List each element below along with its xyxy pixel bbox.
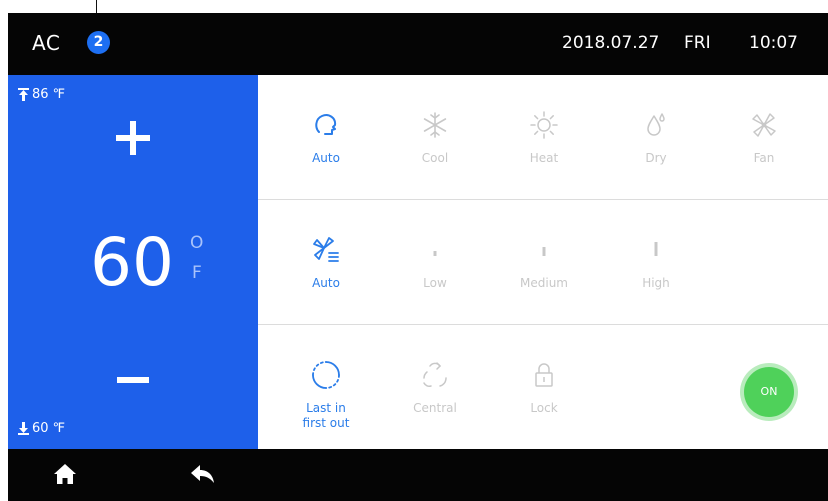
speed-bar-medium-icon [542,247,546,256]
mode-option-dry[interactable]: Dry [616,105,696,166]
speed-bar-low-icon [433,251,437,256]
decrease-temp-button[interactable] [113,365,157,395]
extra-options-row: Last in first out Central Lock ON [258,325,828,449]
cycle-icon [312,361,340,389]
fan-speed-label: Medium [520,276,568,290]
degree-symbol: O [190,233,204,253]
temperature-panel: 86 ℉ 60 O F 60 ℉ [8,75,258,449]
option-label-line1: Last in [306,401,346,415]
snowflake-icon [423,112,447,138]
fan-speed-label: High [642,276,670,290]
home-button[interactable] [53,463,81,487]
fan-auto-icon [313,237,339,262]
droplet-icon [647,113,665,136]
mode-option-heat[interactable]: Heat [504,105,584,166]
max-temp-limit: 86 ℉ [18,87,65,102]
mode-label: Auto [312,151,340,165]
speed-bar-high-icon [654,242,658,256]
central-icon [423,362,447,387]
mode-option-auto[interactable]: Auto [286,105,366,166]
fan-speed-option-high[interactable]: High [616,230,696,291]
option-label: Last in first out [286,401,366,431]
day-label: FRI [684,33,711,53]
app-title: AC [32,31,61,55]
lock-icon [535,363,553,387]
fan-speed-option-low[interactable]: Low [395,230,475,291]
min-temp-label: 60 ℉ [32,421,66,436]
option-label: Central [413,401,457,415]
arrow-up-limit-icon [18,88,29,101]
fan-icon [752,113,776,137]
fan-speed-option-medium[interactable]: Medium [504,230,584,291]
bottom-navigation-bar [8,449,828,501]
fan-speed-label: Auto [312,276,340,290]
option-lock[interactable]: Lock [504,355,584,416]
fan-speed-row: Auto Low Medium High [258,200,828,325]
back-icon [191,465,214,483]
fan-speed-label: Low [423,276,447,290]
home-icon [54,464,76,484]
top-divider-line [96,0,97,13]
mode-label: Heat [529,151,559,165]
power-on-button[interactable]: ON [744,367,794,417]
mode-option-cool[interactable]: Cool [395,105,475,166]
control-area: Auto Cool Heat Dry Fan Auto Low Medium H… [258,75,828,449]
auto-mode-icon [315,114,337,135]
arrow-down-limit-icon [18,422,29,435]
option-central[interactable]: Central [395,355,475,416]
sun-icon [530,111,558,139]
mode-label: Dry [645,151,667,165]
status-bar: AC 2 2018.07.27 FRI 10:07 [8,13,828,75]
date-label: 2018.07.27 [562,33,660,53]
option-label-line2: first out [302,416,350,430]
time-label: 10:07 [749,33,798,53]
increase-temp-button[interactable] [108,113,158,163]
mode-label: Cool [421,151,449,165]
back-button[interactable] [190,463,218,487]
option-last-in-first-out[interactable]: Last in first out [286,355,366,431]
notification-badge[interactable]: 2 [87,31,110,54]
unit-label: F [192,263,202,283]
fan-speed-option-auto[interactable]: Auto [286,230,366,291]
temperature-value: 60 [90,224,174,301]
mode-row: Auto Cool Heat Dry Fan [258,75,828,200]
min-temp-limit: 60 ℉ [18,421,65,436]
max-temp-label: 86 ℉ [32,87,66,102]
mode-option-fan[interactable]: Fan [724,105,804,166]
option-label: Lock [530,401,558,415]
mode-label: Fan [753,151,775,165]
